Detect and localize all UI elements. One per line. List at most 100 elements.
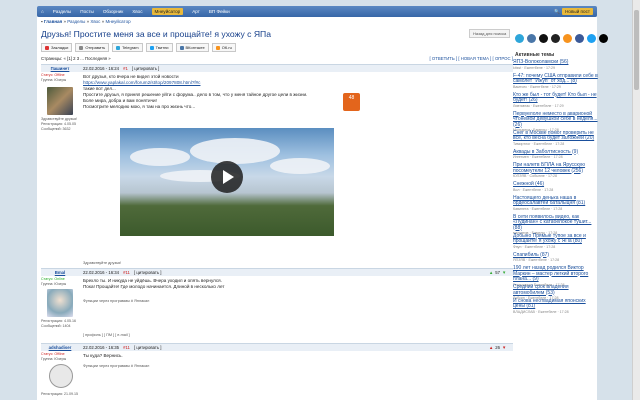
page-links[interactable]: Страницы: « [1] 2 3 ... Последняя »	[41, 56, 111, 61]
active-topic-title[interactable]: В сети появилось видео, как «Лудинан» с …	[513, 214, 598, 232]
active-topic-item[interactable]: F-47: почему США отправили себе в самоле…	[513, 73, 598, 90]
active-topic-item[interactable]: Кто же был - тот будет! Кто был - не буд…	[513, 92, 598, 109]
nav-item[interactable]: Обзорник	[103, 9, 123, 14]
active-topic-title[interactable]: Настоящего денька наша в ордеосалавтей б…	[513, 195, 598, 207]
post-author[interactable]: adshadiser	[41, 345, 79, 350]
active-topic-item[interactable]: И снова неотвадимая японских цены (81) ВЛ…	[513, 298, 598, 315]
back-button[interactable]: Назад для поиска	[469, 29, 511, 38]
facebook-icon[interactable]	[575, 34, 584, 43]
send-button[interactable]: Отправить	[75, 43, 110, 52]
active-topic-title[interactable]: Средний срок владения автомобилем (53)	[513, 284, 598, 296]
like-icon[interactable]: ▲	[489, 270, 493, 275]
breadcrumb-item[interactable]: Мнеуйсатор	[105, 19, 130, 24]
play-icon[interactable]	[211, 161, 243, 193]
active-topic-title[interactable]: Кто же был - тот будет! Кто был - не буд…	[513, 92, 598, 104]
video-player[interactable]	[120, 128, 334, 236]
avatar[interactable]	[49, 364, 73, 388]
bookmark-button[interactable]: Закладки	[41, 43, 73, 52]
telegram-button[interactable]: Telegram	[112, 43, 143, 52]
active-topic-title[interactable]: Добыно Прямые тупое за все и прощайте! я…	[513, 233, 598, 245]
post-meta: 22.02.2016 - 16:34 #11 [ цитировать ]	[83, 270, 161, 275]
active-topic-item[interactable]: ЯПЗ-Волоколамски (56) kitsst · Ежентбеле …	[513, 59, 598, 71]
author-info: Статус: Offline Группа: Юзеры	[41, 73, 79, 83]
nav-item[interactable]: Арт	[192, 9, 200, 14]
twitter-icon[interactable]	[587, 34, 596, 43]
like-icon[interactable]: ▲	[489, 345, 493, 350]
post-body: Брехло ты. И никуда не уйдёшь. Вчера ухо…	[83, 278, 224, 290]
rating-value: 48	[348, 95, 355, 101]
breadcrumb: ▪ Главная » Разделы » Хвос » Мнеуйсатор	[41, 19, 131, 24]
scrollbar-thumb[interactable]	[634, 10, 639, 90]
post-signature: Функции через программы # Яплакал	[83, 364, 150, 368]
twitter-button[interactable]: Твитни	[145, 43, 173, 52]
dislike-icon[interactable]: ▼	[502, 270, 506, 275]
quote-link[interactable]: [ цитировать ]	[134, 270, 162, 275]
bullet-icon: ▪	[41, 19, 43, 24]
breadcrumb-item[interactable]: Разделы	[67, 19, 85, 24]
reply-actions[interactable]: [ ОТВЕТИТЬ ] [ НОВАЯ ТЕМА ] [ ОПРОС ]	[430, 56, 514, 61]
active-topic-item[interactable]: Снег в Москве помог проверить не все, кт…	[513, 130, 598, 147]
home-icon[interactable]: ⌂	[41, 9, 44, 14]
active-topic-title[interactable]: F-47: почему США отправили себе в самоле…	[513, 73, 598, 85]
author-stats: Регистрация: 4.05.16 Сообщений: 1404	[41, 319, 79, 329]
active-topic-title[interactable]: 190 лет назад родился Виктор Маркин – ма…	[513, 265, 598, 283]
post-body: Ты куда? Вернись.	[83, 353, 123, 359]
active-topic-item[interactable]: Спапибиль (87) ЯПЗЯВ · Ежентбеле · 17:28	[513, 252, 598, 264]
active-topic-item[interactable]: Добыно Прямые тупое за все и прощайте! я…	[513, 233, 598, 250]
active-topic-meta: Тимиртлог · Ежентбеле · 17:28	[513, 141, 565, 146]
rating-badge[interactable]: 48	[343, 93, 360, 111]
post-author[interactable]: Bmal	[41, 270, 79, 275]
author-count: Сообщений: 1404	[41, 324, 71, 328]
social-links	[515, 34, 608, 43]
ok-button[interactable]: ОК.ru	[211, 43, 236, 52]
post-line: Ты куда? Вернись.	[83, 353, 123, 358]
vk-icon[interactable]	[527, 34, 536, 43]
page-title: Друзья! Простите меня за все и прощайте!…	[41, 29, 271, 39]
nav-item[interactable]: Хвос	[132, 9, 142, 14]
post-rating: ▲ 26 ▼	[489, 345, 506, 350]
plus-icon[interactable]	[539, 34, 548, 43]
new-post-button[interactable]: Новый пост	[562, 8, 593, 15]
telegram-icon[interactable]	[515, 34, 524, 43]
scrollbar[interactable]	[632, 0, 640, 400]
author-stats: Регистрация: 21.09.15	[41, 392, 79, 397]
nav-item-active[interactable]: Мнеуйсатор	[151, 8, 184, 15]
active-topic-item[interactable]: Настоящего денька наша в ордеосалавтей б…	[513, 195, 598, 212]
active-topic-title[interactable]: Первуелоле неместо в аварионой чтонемой …	[513, 111, 598, 129]
post-author[interactable]: Пашинет	[41, 66, 79, 71]
dislike-icon[interactable]: ▼	[502, 345, 506, 350]
post-rating: ▲ 57 ▼	[489, 270, 506, 275]
avatar[interactable]	[47, 87, 73, 115]
post-meta: 22.02.2016 - 16:35 #11 [ цитировать ]	[83, 345, 161, 350]
nav-item[interactable]: ВП Фейки	[209, 9, 230, 14]
ok-icon[interactable]	[563, 34, 572, 43]
dzen-icon[interactable]	[551, 34, 560, 43]
post-date: 22.02.2016 - 16:35	[83, 345, 120, 350]
active-topic-item[interactable]: При налетв БПЛА на Ярусскую посомеутели …	[513, 162, 598, 179]
profile-actions[interactable]: [ профиль ] [ ПМ ] [ e-mail ]	[83, 333, 130, 337]
quote-link[interactable]: [ цитировать ]	[132, 66, 160, 71]
share-label: ОК.ru	[221, 45, 232, 50]
active-topic-title[interactable]: И снова неотвадимая японских цены (81)	[513, 298, 598, 310]
nav-item[interactable]: Разделы	[53, 9, 71, 14]
active-topic-meta: Ливтавтак · Ежентбеле · 17:29	[513, 103, 564, 108]
avatar[interactable]	[47, 289, 73, 317]
search-icon[interactable]: 🔍	[554, 9, 560, 15]
active-topic-meta: kitsst · Ежентбеле · 17:29	[513, 65, 555, 70]
post-header: Bmal 22.02.2016 - 16:34 #11 [ цитировать…	[41, 269, 513, 276]
breadcrumb-home[interactable]: Главная	[44, 19, 62, 24]
active-topic-meta: Вол · Ежентбеле · 17:28	[513, 187, 554, 192]
post-number[interactable]: #11	[123, 270, 130, 275]
active-topic-item[interactable]: Снежной (46) Вол · Ежентбеле · 17:28	[513, 181, 598, 193]
active-topic-item[interactable]: Аквады в Заболтисность (9) Ингетмен · Еже…	[513, 149, 598, 161]
post-number[interactable]: #11	[123, 345, 130, 350]
breadcrumb-item[interactable]: Хвос	[90, 19, 100, 24]
nav-item[interactable]: Посты	[80, 9, 94, 14]
quote-link[interactable]: [ цитировать ]	[134, 345, 162, 350]
active-topic-title[interactable]: При налетв БПЛА на Ярусскую посомеутели …	[513, 162, 598, 174]
post-number[interactable]: #1	[123, 66, 128, 71]
active-topic-title[interactable]: Снег в Москве помог проверить не все, кт…	[513, 130, 598, 142]
share-label: Telegram	[122, 45, 139, 50]
tiktok-icon[interactable]	[599, 34, 608, 43]
vk-button[interactable]: ВКонтакте	[175, 43, 209, 52]
